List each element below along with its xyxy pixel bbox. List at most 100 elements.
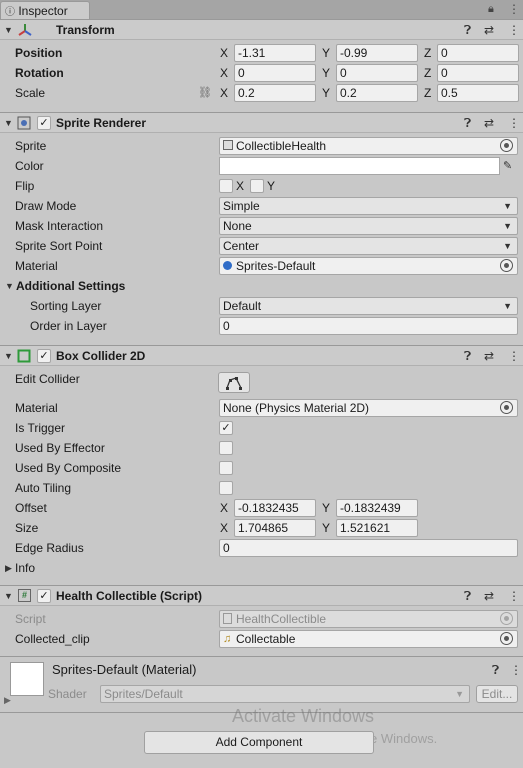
help-icon[interactable]: ❓︎: [492, 660, 499, 680]
flip-y-checkbox[interactable]: [250, 179, 264, 193]
axis-z-label[interactable]: Z: [424, 43, 431, 63]
axis-x-label[interactable]: X: [220, 498, 228, 518]
script-icon: #: [18, 589, 31, 602]
context-menu-icon[interactable]: ⋮: [510, 660, 522, 680]
collected-clip-value: Collectable: [236, 632, 296, 646]
object-picker-icon[interactable]: [500, 632, 513, 645]
axis-z-label[interactable]: Z: [424, 63, 431, 83]
menu-icon[interactable]: ⋮: [508, 2, 520, 16]
add-component-button[interactable]: Add Component: [144, 731, 374, 754]
preset-icon[interactable]: ⇄: [484, 346, 494, 366]
offset-y-field[interactable]: -0.1832439: [336, 499, 418, 517]
axis-x-label[interactable]: X: [220, 518, 228, 538]
context-menu-icon[interactable]: ⋮: [508, 586, 520, 606]
axis-x-label[interactable]: X: [220, 43, 228, 63]
chevron-down-icon: ▼: [455, 689, 464, 699]
fold-arrow-icon[interactable]: ▼: [4, 586, 13, 606]
help-icon[interactable]: ❓︎: [464, 113, 471, 133]
position-x-field[interactable]: -1.31: [234, 44, 316, 62]
fold-arrow-right-icon[interactable]: ▶: [4, 690, 11, 710]
help-icon[interactable]: ❓︎: [464, 586, 471, 606]
mask-interaction-label: Mask Interaction: [15, 219, 104, 233]
context-menu-icon[interactable]: ⋮: [508, 20, 520, 40]
tab-inspector[interactable]: ⓘ Inspector: [0, 1, 90, 21]
context-menu-icon[interactable]: ⋮: [508, 346, 520, 366]
rotation-y-field[interactable]: 0: [336, 64, 418, 82]
context-menu-icon[interactable]: ⋮: [508, 113, 520, 133]
color-swatch[interactable]: [219, 157, 500, 175]
fold-arrow-icon[interactable]: ▼: [4, 113, 13, 133]
auto-tiling-checkbox[interactable]: [219, 481, 233, 495]
mask-interaction-value: None: [223, 219, 252, 233]
rotation-z-field[interactable]: 0: [437, 64, 519, 82]
scale-z-field[interactable]: 0.5: [437, 84, 519, 102]
offset-x-field[interactable]: -0.1832435: [234, 499, 316, 517]
shader-edit-button[interactable]: Edit...: [476, 685, 518, 703]
flip-x-checkbox[interactable]: [219, 179, 233, 193]
size-x-field[interactable]: 1.704865: [234, 519, 316, 537]
scale-y-field[interactable]: 0.2: [336, 84, 418, 102]
axis-y-label[interactable]: Y: [322, 498, 330, 518]
order-in-layer-label: Order in Layer: [30, 319, 107, 333]
sprite-field[interactable]: CollectibleHealth: [219, 137, 518, 155]
fold-arrow-icon[interactable]: ▼: [5, 276, 14, 296]
sorting-layer-dropdown[interactable]: Default ▼: [219, 297, 518, 315]
sprite-asset-icon: [223, 140, 233, 150]
shader-dropdown[interactable]: Sprites/Default ▼: [100, 685, 470, 703]
preset-icon[interactable]: ⇄: [484, 586, 494, 606]
object-picker-icon[interactable]: [500, 259, 513, 272]
tab-inspector-label: Inspector: [18, 4, 68, 18]
axis-z-label[interactable]: Z: [424, 83, 431, 103]
sprite-renderer-header[interactable]: ▼ ✓ Sprite Renderer ❓︎ ⇄ ⋮: [0, 112, 523, 133]
used-by-effector-checkbox[interactable]: [219, 441, 233, 455]
axis-y-label[interactable]: Y: [322, 63, 330, 83]
used-by-composite-checkbox[interactable]: [219, 461, 233, 475]
size-y-field[interactable]: 1.521621: [336, 519, 418, 537]
eyedropper-icon[interactable]: ✎: [503, 156, 512, 176]
additional-settings-label[interactable]: Additional Settings: [16, 276, 125, 296]
object-picker-icon[interactable]: [500, 401, 513, 414]
sprite-renderer-enabled-checkbox[interactable]: ✓: [37, 116, 51, 130]
scale-x-field[interactable]: 0.2: [234, 84, 316, 102]
object-picker-icon[interactable]: [500, 139, 513, 152]
rotation-x-field[interactable]: 0: [234, 64, 316, 82]
collected-clip-field[interactable]: ♫ Collectable: [219, 630, 518, 648]
flip-y-label: Y: [267, 179, 276, 193]
position-label: Position: [15, 46, 63, 60]
preset-icon[interactable]: ⇄: [484, 113, 494, 133]
info-foldout-label[interactable]: Info: [15, 558, 35, 578]
is-trigger-checkbox[interactable]: ✓: [219, 421, 233, 435]
sprite-sort-point-value: Center: [223, 239, 260, 253]
flip-x-label: X: [236, 179, 245, 193]
fold-arrow-icon[interactable]: ▼: [4, 20, 13, 40]
position-z-field[interactable]: 0: [437, 44, 519, 62]
script-enabled-checkbox[interactable]: ✓: [37, 589, 51, 603]
edge-radius-field[interactable]: 0: [219, 539, 518, 557]
mask-interaction-dropdown[interactable]: None ▼: [219, 217, 518, 235]
position-y-field[interactable]: -0.99: [336, 44, 418, 62]
preset-icon[interactable]: ⇄: [484, 20, 494, 40]
order-in-layer-field[interactable]: 0: [219, 317, 518, 335]
axis-y-label[interactable]: Y: [322, 83, 330, 103]
sorting-layer-value: Default: [223, 299, 262, 313]
collider-material-field[interactable]: None (Physics Material 2D): [219, 399, 518, 417]
fold-arrow-right-icon[interactable]: ▶: [5, 558, 12, 578]
transform-header[interactable]: ▼ Transform ❓︎ ⇄ ⋮: [0, 19, 523, 40]
edit-collider-button[interactable]: [218, 372, 250, 393]
sprite-sort-point-dropdown[interactable]: Center ▼: [219, 237, 518, 255]
constrain-proportions-icon[interactable]: ⛓︎: [198, 83, 212, 103]
axis-x-label[interactable]: X: [220, 63, 228, 83]
axis-x-label[interactable]: X: [220, 83, 228, 103]
material-field[interactable]: Sprites-Default: [219, 257, 518, 275]
divider: [0, 656, 523, 657]
help-icon[interactable]: ❓︎: [464, 346, 471, 366]
draw-mode-dropdown[interactable]: Simple ▼: [219, 197, 518, 215]
box-collider-enabled-checkbox[interactable]: ✓: [37, 349, 51, 363]
axis-y-label[interactable]: Y: [322, 518, 330, 538]
axis-y-label[interactable]: Y: [322, 43, 330, 63]
lock-icon[interactable]: 🔒︎: [488, 3, 494, 16]
help-icon[interactable]: ❓︎: [464, 20, 471, 40]
box-collider-header[interactable]: ▼ ✓ Box Collider 2D ❓︎ ⇄ ⋮: [0, 345, 523, 366]
fold-arrow-icon[interactable]: ▼: [4, 346, 13, 366]
script-component-header[interactable]: ▼ # ✓ Health Collectible (Script) ❓︎ ⇄ ⋮: [0, 585, 523, 606]
